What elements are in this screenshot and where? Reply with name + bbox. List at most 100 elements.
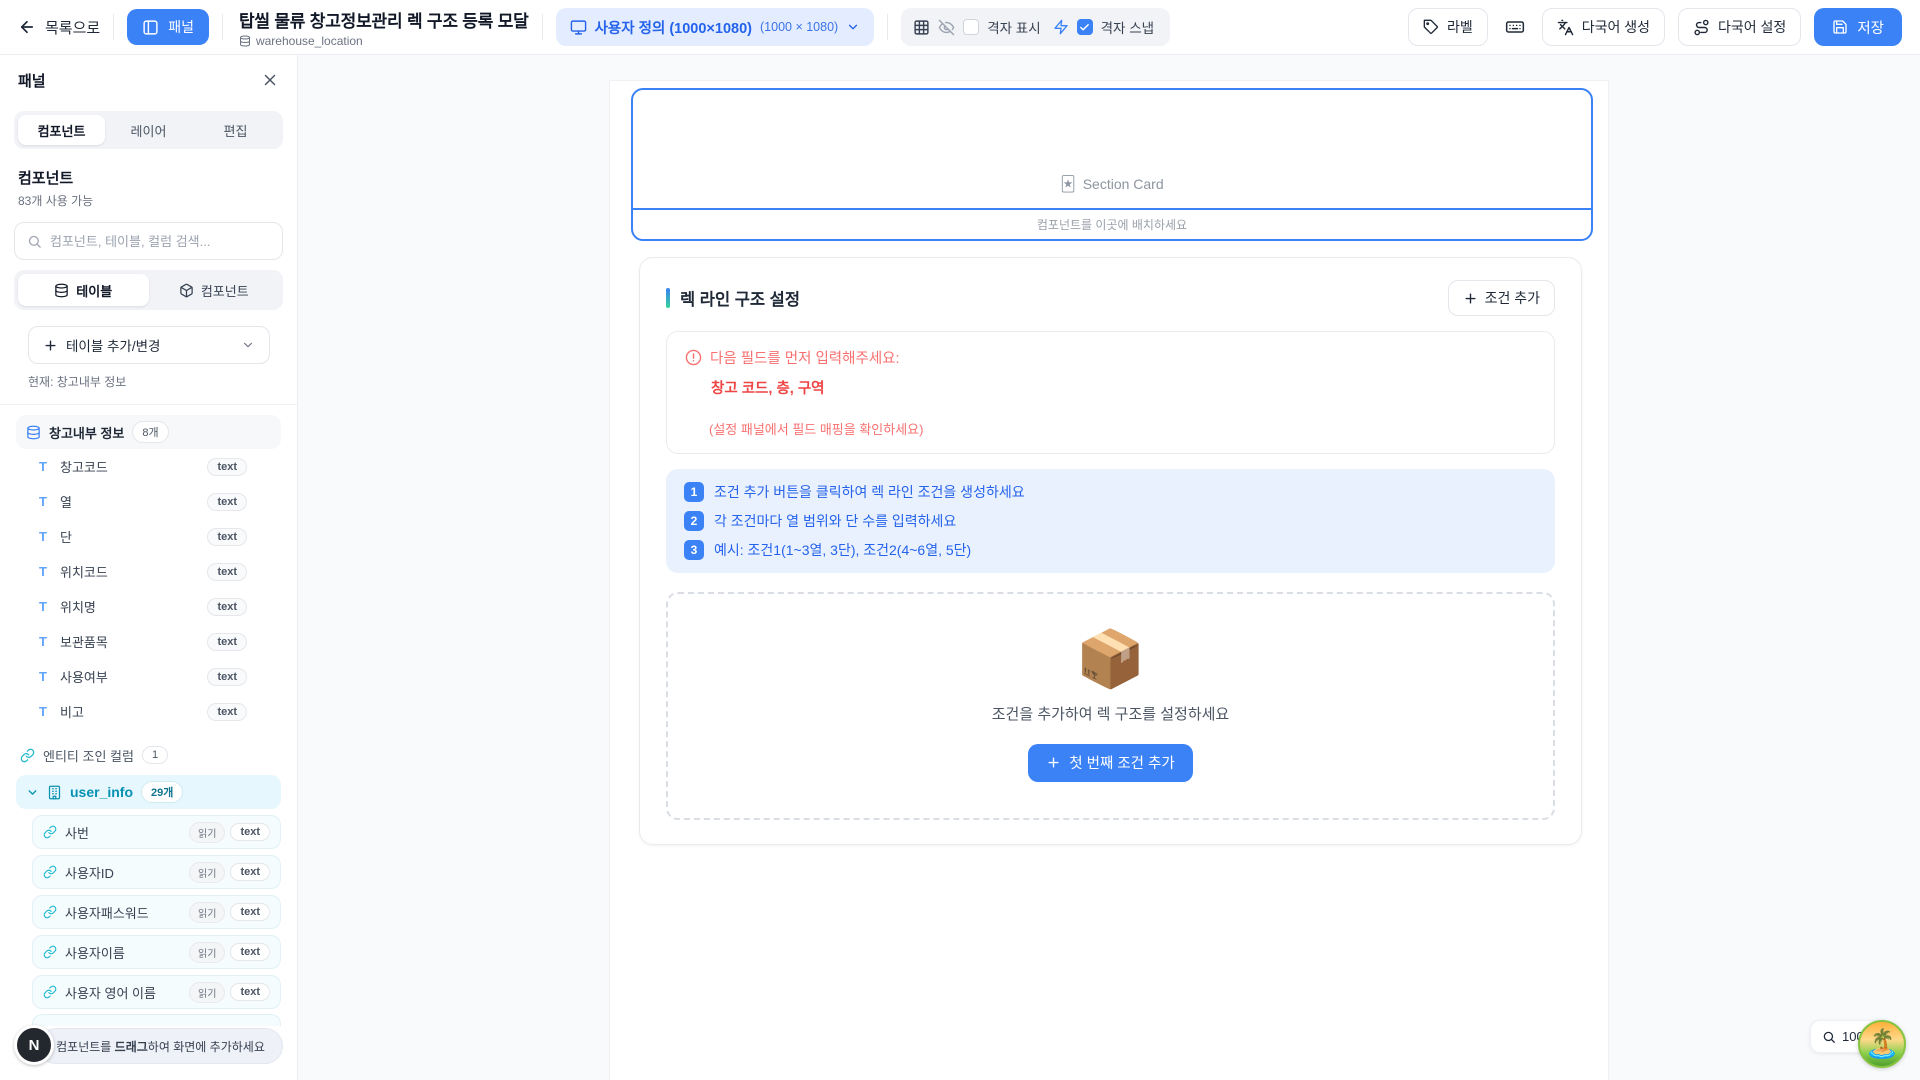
route-settings-icon: [1693, 19, 1710, 36]
join-field-row[interactable]: 사용자ID 읽기text: [32, 855, 281, 889]
panel-title: 패널: [18, 70, 46, 91]
tab-components[interactable]: 컴포넌트: [18, 115, 105, 145]
left-panel: 패널 컴포넌트 레이어 편집 컴포넌트 83개 사용 가능 테이블 컴포넌트: [0, 55, 298, 1080]
join-field-row[interactable]: 사용자 영어 이름 읽기text: [32, 975, 281, 1009]
field-row[interactable]: T위치코드text: [16, 554, 281, 589]
monitor-icon: [570, 19, 587, 36]
step-item: 2 각 조건마다 열 범위와 단 수를 입력하세요: [684, 511, 1537, 531]
tag-icon: [1423, 19, 1439, 35]
section-card-dropzone[interactable]: 컴포넌트를 이곳에 배치하세요: [633, 210, 1591, 239]
field-name: 열: [60, 492, 72, 511]
label-button[interactable]: 라벨: [1408, 8, 1488, 46]
field-type-badge: text: [230, 943, 270, 961]
save-button[interactable]: 저장: [1814, 8, 1902, 46]
required-fields-warning: 다음 필드를 먼저 입력해주세요: 창고 코드, 층, 구역 (설정 패널에서 …: [666, 331, 1555, 454]
add-first-condition-label: 첫 번째 조건 추가: [1069, 752, 1174, 773]
link-icon: [43, 825, 57, 839]
grid-snap-label: 격자 스냅: [1101, 17, 1154, 37]
source-toggle: 테이블 컴포넌트: [14, 270, 283, 310]
rack-card-header: 렉 라인 구조 설정 조건 추가: [666, 280, 1555, 316]
divider: [0, 404, 297, 405]
section-card-body[interactable]: 🃏 Section Card: [633, 90, 1591, 210]
join-table-header[interactable]: user_info 29개: [16, 775, 281, 809]
tab-layers[interactable]: 레이어: [105, 115, 192, 145]
drag-hint-prefix: 컴포넌트를: [56, 1040, 115, 1054]
field-row[interactable]: T열 text: [16, 484, 281, 519]
field-type-badge: text: [207, 493, 247, 511]
field-name: 비고: [60, 702, 84, 721]
text-type-icon: T: [36, 494, 50, 509]
field-type-badge: text: [207, 458, 247, 476]
add-first-condition-button[interactable]: 첫 번째 조건 추가: [1028, 744, 1192, 782]
readonly-badge: 읽기: [189, 822, 225, 843]
grid-show-checkbox[interactable]: [963, 19, 979, 35]
tab-edit[interactable]: 편집: [192, 115, 279, 145]
i18n-generate-label: 다국어 생성: [1582, 17, 1650, 37]
field-type-badge: text: [207, 563, 247, 581]
drag-hint-pill: 컴포넌트를 드래그하여 화면에 추가하세요: [38, 1028, 283, 1064]
source-tab-tables[interactable]: 테이블: [18, 274, 149, 306]
empty-state-text: 조건을 추가하여 렉 구조를 설정하세요: [992, 703, 1229, 724]
close-icon[interactable]: [261, 71, 279, 89]
grid-icon: [913, 19, 930, 36]
join-field-row[interactable]: 사용자패스워드 읽기text: [32, 895, 281, 929]
search-box: [14, 222, 283, 260]
add-condition-button[interactable]: 조건 추가: [1448, 280, 1555, 316]
entity-join-count-badge: 1: [142, 746, 168, 764]
database-icon: [239, 35, 251, 47]
link-icon: [43, 865, 57, 879]
eye-off-icon[interactable]: [938, 19, 955, 36]
screen-size-select[interactable]: 사용자 정의 (1000×1080) (1000 × 1080): [556, 8, 875, 46]
divider: [887, 14, 888, 40]
keyboard-shortcuts-button[interactable]: [1501, 13, 1529, 41]
languages-icon: [1557, 19, 1574, 36]
text-type-icon: T: [36, 529, 50, 544]
keyboard-icon: [1505, 17, 1525, 37]
design-canvas[interactable]: v2-section-card 🃏 Section Card 컴포넌트를 이곳에…: [609, 80, 1609, 1080]
join-table-name: user_info: [70, 784, 133, 800]
table-field-count-badge: 8개: [132, 421, 168, 443]
join-field-row-clipped[interactable]: [32, 1014, 281, 1026]
field-row[interactable]: T사용여부text: [16, 659, 281, 694]
cursor-avatar: N: [14, 1025, 54, 1065]
check-icon: [1079, 22, 1090, 33]
field-row[interactable]: T위치명text: [16, 589, 281, 624]
toggle-panel-button[interactable]: 패널: [127, 9, 209, 45]
link-icon: [43, 905, 57, 919]
warning-required-fields: 창고 코드, 층, 구역: [711, 377, 1536, 398]
field-row[interactable]: T 비고 text: [16, 694, 281, 729]
screen-size-label: 사용자 정의 (1000×1080): [595, 17, 752, 38]
source-tab-components-label: 컴포넌트: [201, 281, 249, 300]
field-type-badge: text: [230, 823, 270, 841]
search-input[interactable]: [50, 234, 270, 249]
island-widget-button[interactable]: 🏝️: [1858, 1020, 1906, 1068]
field-type-badge: text: [207, 633, 247, 651]
field-name: 창고코드: [60, 457, 108, 476]
step-text: 예시: 조건1(1~3열, 3단), 조건2(4~6열, 5단): [714, 540, 971, 560]
step-item: 1 조건 추가 버튼을 클릭하여 렉 라인 조건을 생성하세요: [684, 482, 1537, 502]
plus-icon: [1463, 291, 1478, 306]
grid-snap-checkbox[interactable]: [1077, 19, 1093, 35]
step-text: 각 조건마다 열 범위와 단 수를 입력하세요: [714, 511, 956, 531]
add-change-table-button[interactable]: 테이블 추가/변경: [28, 326, 270, 364]
page-subtitle: warehouse_location: [239, 34, 529, 48]
join-field-row[interactable]: 사번 읽기text: [32, 815, 281, 849]
plus-icon: [43, 338, 58, 353]
join-field-row[interactable]: 사용자이름 읽기text: [32, 935, 281, 969]
field-row[interactable]: T보관품목text: [16, 624, 281, 659]
panel-button-label: 패널: [168, 17, 194, 37]
i18n-generate-button[interactable]: 다국어 생성: [1542, 8, 1665, 46]
chevron-down-icon: [241, 338, 255, 352]
source-tab-components[interactable]: 컴포넌트: [149, 274, 280, 306]
link-icon: [43, 985, 57, 999]
field-row[interactable]: T창고코드text: [16, 449, 281, 484]
chevron-down-icon: [846, 20, 860, 34]
i18n-settings-button[interactable]: 다국어 설정: [1678, 8, 1801, 46]
back-to-list-button[interactable]: 목록으로: [18, 17, 100, 38]
field-row[interactable]: T단text: [16, 519, 281, 554]
screen-size-dimensions: (1000 × 1080): [760, 20, 838, 34]
field-type-badge: text: [207, 703, 247, 721]
section-card-component[interactable]: v2-section-card 🃏 Section Card 컴포넌트를 이곳에…: [631, 88, 1593, 241]
text-type-icon: T: [36, 704, 50, 719]
table-section-header[interactable]: 창고내부 정보 8개: [16, 415, 281, 449]
